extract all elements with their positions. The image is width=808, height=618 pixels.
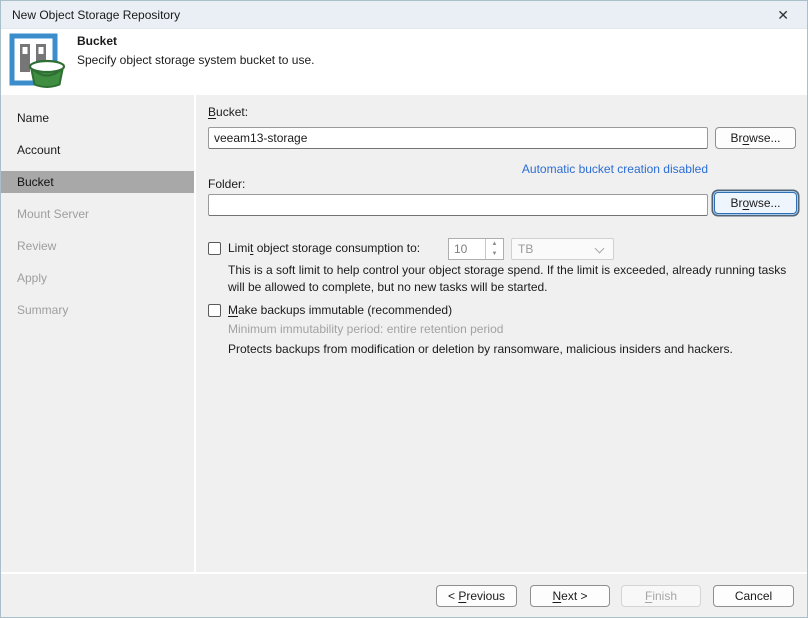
close-icon[interactable]: ✕ bbox=[773, 5, 793, 26]
folder-input[interactable] bbox=[208, 194, 708, 216]
limit-amount-value: 10 bbox=[454, 242, 467, 256]
bucket-browse-button[interactable]: Browse... bbox=[715, 127, 796, 149]
finish-button: Finish bbox=[621, 585, 701, 607]
sidebar-item-mount-server: Mount Server bbox=[1, 203, 194, 225]
bucket-label: Bucket: bbox=[208, 105, 248, 119]
limit-unit-value: TB bbox=[518, 242, 533, 256]
make-immutable-checkbox[interactable] bbox=[208, 304, 221, 317]
spinner-arrows: ▲ ▼ bbox=[485, 239, 503, 259]
previous-button[interactable]: < Previous bbox=[436, 585, 517, 607]
limit-description: This is a soft limit to help control you… bbox=[228, 262, 798, 296]
cancel-button[interactable]: Cancel bbox=[713, 585, 794, 607]
immutability-period-note: Minimum immutability period: entire rete… bbox=[228, 322, 503, 336]
window-title: New Object Storage Repository bbox=[12, 8, 180, 22]
bucket-input[interactable] bbox=[208, 127, 708, 149]
folder-browse-button[interactable]: Browse... bbox=[714, 192, 797, 214]
automatic-bucket-creation-link[interactable]: Automatic bucket creation disabled bbox=[208, 162, 708, 176]
chevron-down-icon bbox=[595, 244, 605, 254]
sidebar-item-account[interactable]: Account bbox=[1, 139, 194, 161]
step-title: Bucket bbox=[77, 34, 117, 48]
limit-unit-dropdown: TB bbox=[511, 238, 614, 260]
object-storage-bucket-icon bbox=[7, 32, 69, 90]
next-button[interactable]: Next > bbox=[530, 585, 610, 607]
wizard-steps-sidebar: Name Account Bucket Mount Server Review Apply… bbox=[1, 95, 194, 570]
immutable-description: Protects backups from modification or de… bbox=[228, 341, 808, 358]
make-immutable-label: Make backups immutable (recommended) bbox=[228, 303, 452, 317]
folder-label: Folder: bbox=[208, 177, 245, 191]
spinner-down-icon: ▼ bbox=[486, 249, 503, 259]
step-subtitle: Specify object storage system bucket to … bbox=[77, 53, 314, 67]
limit-amount-spinner: 10 ▲ ▼ bbox=[448, 238, 504, 260]
spinner-up-icon: ▲ bbox=[486, 239, 503, 249]
title-bar: New Object Storage Repository ✕ bbox=[1, 1, 807, 29]
sidebar-item-name[interactable]: Name bbox=[1, 107, 194, 129]
limit-consumption-label: Limit object storage consumption to: bbox=[228, 241, 420, 255]
new-object-storage-repository-dialog: New Object Storage Repository ✕ Bucket S… bbox=[0, 0, 808, 618]
wizard-header: Bucket Specify object storage system buc… bbox=[1, 29, 807, 95]
limit-consumption-checkbox[interactable] bbox=[208, 242, 221, 255]
sidebar-item-apply: Apply bbox=[1, 267, 194, 289]
sidebar-divider bbox=[194, 95, 196, 572]
sidebar-item-summary: Summary bbox=[1, 299, 194, 321]
sidebar-item-review: Review bbox=[1, 235, 194, 257]
sidebar-item-bucket[interactable]: Bucket bbox=[1, 171, 194, 193]
